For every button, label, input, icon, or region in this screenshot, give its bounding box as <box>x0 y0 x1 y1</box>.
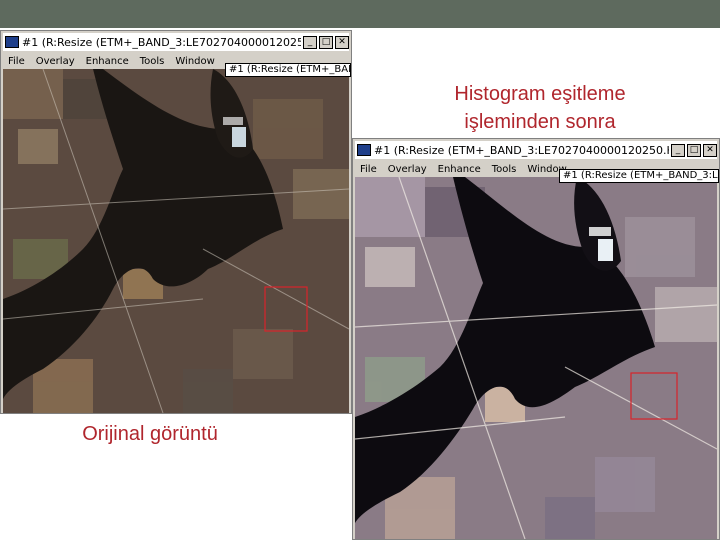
subwindow-tab[interactable]: #1 (R:Resize (ETM+_BAND_3 <box>225 63 351 77</box>
satellite-image[interactable] <box>3 69 349 413</box>
menu-file[interactable]: File <box>8 56 25 67</box>
menu-enhance[interactable]: Enhance <box>86 56 129 67</box>
menu-overlay[interactable]: Overlay <box>388 164 427 175</box>
close-icon[interactable]: ✕ <box>335 35 349 49</box>
window-title: #1 (R:Resize (ETM+_BAND_3:LE702704000012… <box>374 143 669 157</box>
close-icon[interactable]: ✕ <box>703 143 717 157</box>
image-window-original: #1 (R:Resize (ETM+_BAND_3:LE702704000012… <box>0 30 352 414</box>
maximize-icon[interactable]: □ <box>687 143 701 157</box>
menu-enhance[interactable]: Enhance <box>438 164 481 175</box>
subwindow-tab[interactable]: #1 (R:Resize (ETM+_BAND_3:LE702 <box>559 169 719 183</box>
window-title: #1 (R:Resize (ETM+_BAND_3:LE702704000012… <box>22 35 301 49</box>
menu-tools[interactable]: Tools <box>140 56 165 67</box>
image-window-equalized: #1 (R:Resize (ETM+_BAND_3:LE702704000012… <box>352 138 720 540</box>
menu-window[interactable]: Window <box>175 56 214 67</box>
minimize-icon[interactable]: _ <box>303 35 317 49</box>
title-bar[interactable]: #1 (R:Resize (ETM+_BAND_3:LE702704000012… <box>355 141 717 159</box>
menu-file[interactable]: File <box>360 164 377 175</box>
satellite-image[interactable] <box>355 177 717 539</box>
title-bar[interactable]: #1 (R:Resize (ETM+_BAND_3:LE702704000012… <box>3 33 349 51</box>
menu-overlay[interactable]: Overlay <box>36 56 75 67</box>
caption-original: Orijinal görüntü <box>82 423 218 445</box>
window-icon <box>5 36 19 48</box>
window-icon <box>357 144 371 156</box>
maximize-icon[interactable]: □ <box>319 35 333 49</box>
menu-tools[interactable]: Tools <box>492 164 517 175</box>
caption-after-line1: Histogram eşitleme <box>454 83 626 105</box>
minimize-icon[interactable]: _ <box>671 143 685 157</box>
satellite-image-graphic <box>3 69 349 413</box>
caption-after-line2: işleminden sonra <box>464 111 616 133</box>
top-banner <box>0 0 720 28</box>
satellite-image-graphic <box>355 177 717 539</box>
